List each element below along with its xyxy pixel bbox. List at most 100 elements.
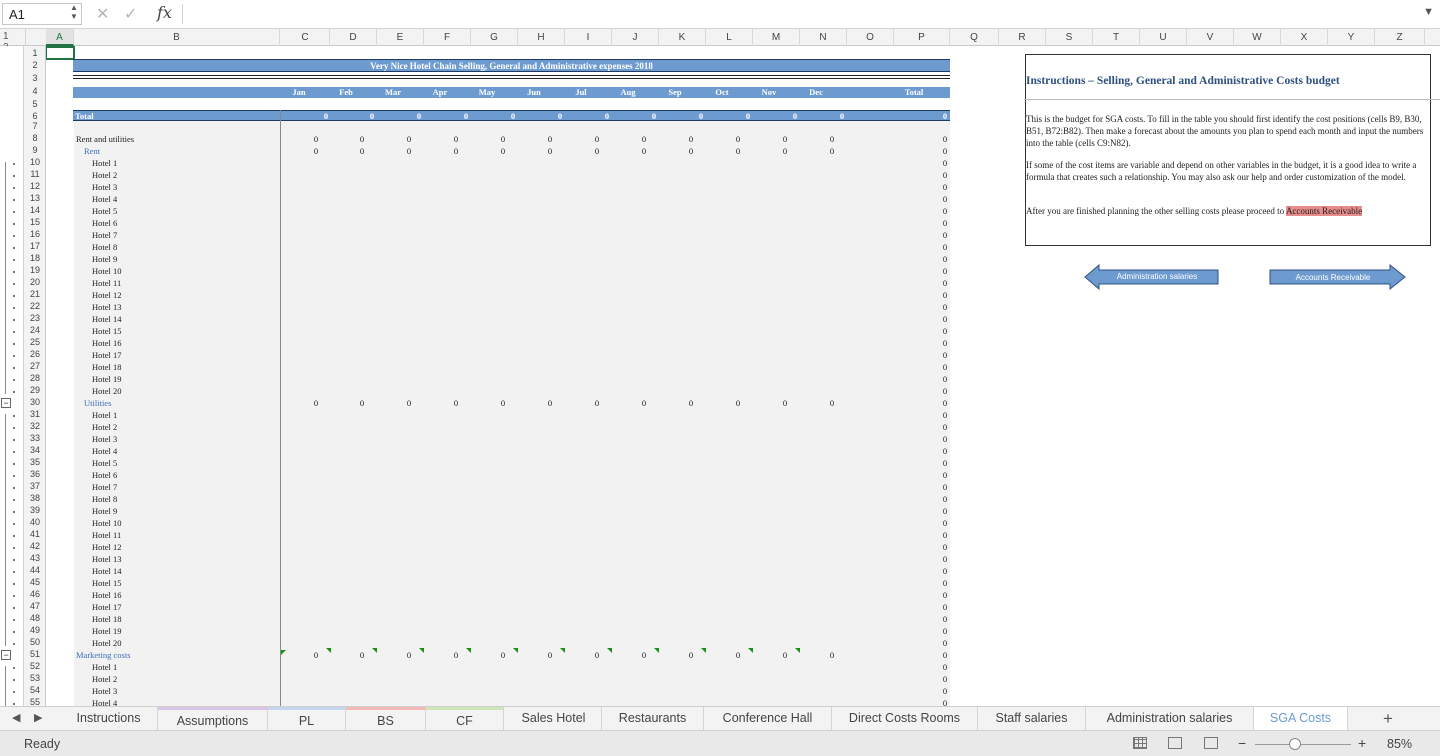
row-header-45[interactable]: 45 [24,577,46,587]
column-header-o[interactable]: O [847,29,894,46]
forward-arrow-button[interactable]: Accounts Receivable [1269,264,1407,290]
row-header-10[interactable]: 10 [24,157,46,167]
column-header-i[interactable]: I [565,29,612,46]
row-header-51[interactable]: 51 [24,649,46,659]
row-header-8[interactable]: 8 [24,133,46,143]
row-header-47[interactable]: 47 [24,601,46,611]
row-header-26[interactable]: 26 [24,349,46,359]
row-header-5[interactable]: 5 [24,99,46,109]
row-header-19[interactable]: 19 [24,265,46,275]
column-header-a[interactable]: A [46,29,74,46]
row-header-49[interactable]: 49 [24,625,46,635]
outline-level-buttons[interactable]: 1 2 [0,29,26,53]
accounts-receivable-link[interactable]: Accounts Receivable [1285,206,1363,216]
column-header-v[interactable]: V [1187,29,1234,46]
zoom-in-icon[interactable]: + [1358,735,1366,751]
column-header-s[interactable]: S [1046,29,1093,46]
row-header-42[interactable]: 42 [24,541,46,551]
row-header-2[interactable]: 2 [24,60,46,70]
row-header-35[interactable]: 35 [24,457,46,467]
expand-formula-bar-icon[interactable]: ▼ [1423,6,1434,18]
row-header-28[interactable]: 28 [24,373,46,383]
row-header-43[interactable]: 43 [24,553,46,563]
column-header-w[interactable]: W [1234,29,1281,46]
row-header-46[interactable]: 46 [24,589,46,599]
sheet-tab-bs[interactable]: BS [346,707,426,731]
row-header-13[interactable]: 13 [24,193,46,203]
sheet-tab-staff-salaries[interactable]: Staff salaries [978,707,1086,731]
row-header-15[interactable]: 15 [24,217,46,227]
row-header-36[interactable]: 36 [24,469,46,479]
row-header-44[interactable]: 44 [24,565,46,575]
next-sheet-icon[interactable]: ▶ [34,711,42,724]
column-header-y[interactable]: Y [1328,29,1375,46]
column-header-e[interactable]: E [377,29,424,46]
column-header-x[interactable]: X [1281,29,1328,46]
column-header-u[interactable]: U [1140,29,1187,46]
column-header-z[interactable]: Z [1375,29,1425,46]
row-header-38[interactable]: 38 [24,493,46,503]
row-header-14[interactable]: 14 [24,205,46,215]
row-header-17[interactable]: 17 [24,241,46,251]
zoom-slider-knob[interactable] [1289,738,1301,750]
worksheet-grid[interactable]: Very Nice Hotel Chain Selling, General a… [46,46,1440,706]
column-header-b[interactable]: B [74,29,280,46]
sheet-tab-cf[interactable]: CF [426,707,504,731]
column-header-q[interactable]: Q [950,29,999,46]
page-layout-view-icon[interactable] [1168,737,1182,749]
row-header-18[interactable]: 18 [24,253,46,263]
page-break-view-icon[interactable] [1204,737,1218,749]
row-header-50[interactable]: 50 [24,637,46,647]
row-header-24[interactable]: 24 [24,325,46,335]
row-header-7[interactable]: 7 [24,121,46,131]
insert-function-icon[interactable]: fx [157,3,172,22]
sheet-tab-administration-salaries[interactable]: Administration salaries [1086,707,1254,731]
row-header-33[interactable]: 33 [24,433,46,443]
row-header-53[interactable]: 53 [24,673,46,683]
row-header-30[interactable]: 30 [24,397,46,407]
column-header-c[interactable]: C [281,29,330,46]
previous-sheet-icon[interactable]: ◀ [12,711,20,724]
column-header-l[interactable]: L [706,29,753,46]
sheet-tab-restaurants[interactable]: Restaurants [602,707,704,731]
column-header-m[interactable]: M [753,29,800,46]
confirm-icon[interactable]: ✓ [124,4,137,24]
column-header-p[interactable]: P [894,29,950,46]
row-header-16[interactable]: 16 [24,229,46,239]
sheet-tab-direct-costs-rooms[interactable]: Direct Costs Rooms [832,707,978,731]
row-header-54[interactable]: 54 [24,685,46,695]
row-header-34[interactable]: 34 [24,445,46,455]
row-header-40[interactable]: 40 [24,517,46,527]
column-header-n[interactable]: N [800,29,847,46]
row-header-48[interactable]: 48 [24,613,46,623]
zoom-out-icon[interactable]: − [1238,735,1246,751]
cancel-icon[interactable]: ✕ [96,4,109,24]
column-header-t[interactable]: T [1093,29,1140,46]
zoom-slider-track[interactable] [1255,744,1351,745]
row-header-37[interactable]: 37 [24,481,46,491]
row-header-4[interactable]: 4 [24,86,46,96]
add-sheet-icon[interactable]: + [1383,709,1393,729]
row-header-25[interactable]: 25 [24,337,46,347]
row-header-6[interactable]: 6 [24,111,46,121]
row-header-32[interactable]: 32 [24,421,46,431]
row-header-20[interactable]: 20 [24,277,46,287]
sheet-tab-sales-hotel[interactable]: Sales Hotel [506,707,602,731]
sheet-tab-instructions[interactable]: Instructions [60,707,158,731]
row-header-9[interactable]: 9 [24,145,46,155]
column-header-j[interactable]: J [612,29,659,46]
row-header-1[interactable]: 1 [24,48,46,58]
column-header-g[interactable]: G [471,29,518,46]
row-header-27[interactable]: 27 [24,361,46,371]
sheet-tab-sga-costs[interactable]: SGA Costs [1254,707,1348,731]
row-header-31[interactable]: 31 [24,409,46,419]
column-header-r[interactable]: R [999,29,1046,46]
column-header-d[interactable]: D [330,29,377,46]
name-box-stepper-icon[interactable]: ▲ ▼ [70,3,78,21]
row-header-21[interactable]: 21 [24,289,46,299]
collapse-group-icon[interactable]: − [1,398,11,408]
row-header-11[interactable]: 11 [24,169,46,179]
row-header-23[interactable]: 23 [24,313,46,323]
row-header-41[interactable]: 41 [24,529,46,539]
row-header-12[interactable]: 12 [24,181,46,191]
